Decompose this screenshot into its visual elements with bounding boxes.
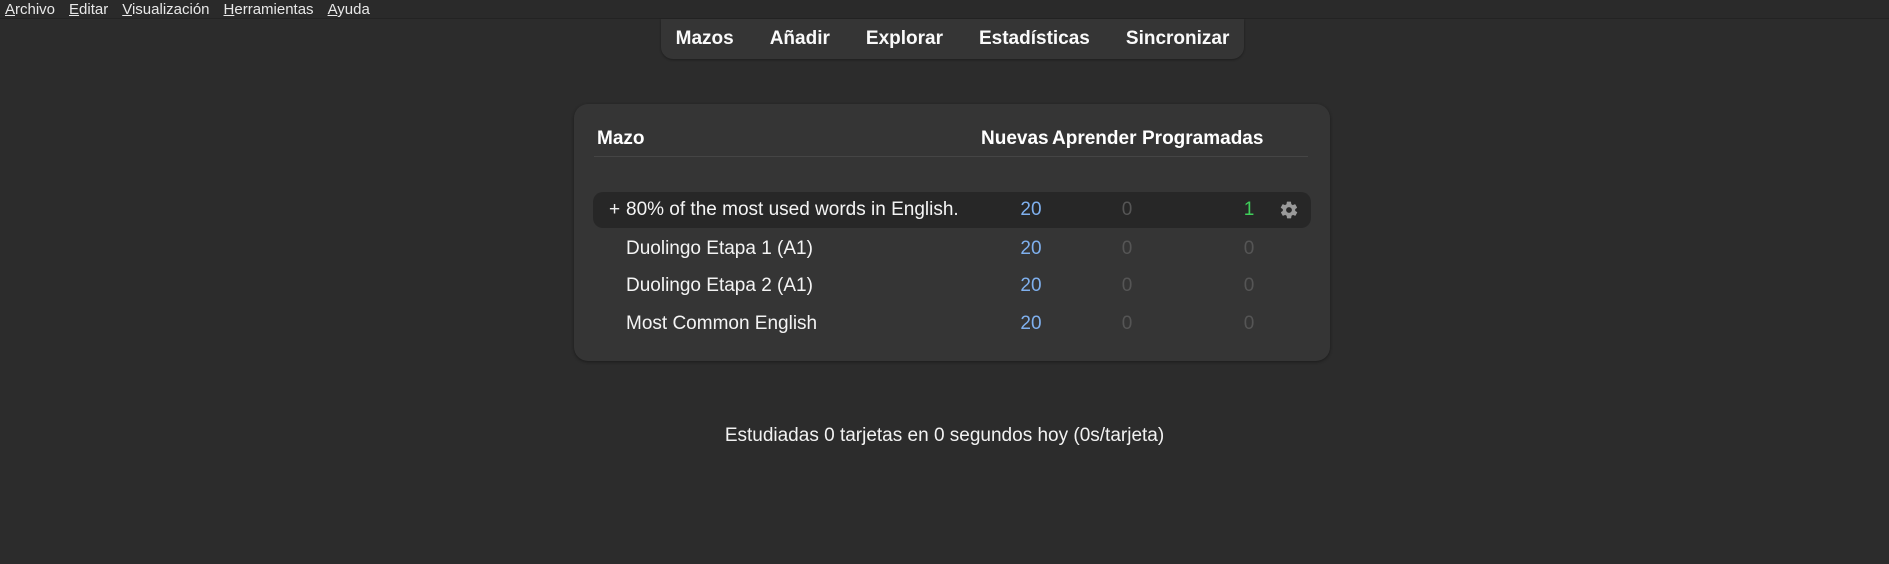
deck-row-current[interactable]: + 80% of the most used words in English.…	[593, 192, 1311, 228]
learn-count: 0	[1121, 275, 1133, 296]
expand-toggle[interactable]: +	[609, 199, 620, 221]
learn-count: 0	[1121, 238, 1133, 259]
deck-row[interactable]: Duolingo Etapa 1 (A1) 20 0 0	[593, 231, 1311, 267]
menu-visualizacion-label: isualización	[131, 0, 210, 18]
menu-visualizacion-mnemonic: V	[122, 0, 132, 18]
deck-name[interactable]: Most Common English	[626, 313, 817, 335]
header-divider	[594, 156, 1308, 157]
menu-bar: Archivo Editar Visualización Herramienta…	[0, 0, 1889, 19]
new-count: 20	[1020, 238, 1042, 259]
deck-row[interactable]: Most Common English 20 0 0	[593, 306, 1311, 342]
due-count: 0	[1243, 275, 1255, 296]
new-count: 20	[1020, 313, 1042, 334]
header-new: Nuevas	[981, 128, 1049, 149]
deck-row[interactable]: Duolingo Etapa 2 (A1) 20 0 0	[593, 268, 1311, 304]
menu-editar-mnemonic: E	[69, 0, 80, 18]
menu-ayuda[interactable]: Ayuda	[323, 1, 379, 18]
header-due: Programadas	[1142, 128, 1264, 149]
due-count: 1	[1243, 199, 1255, 220]
deck-name[interactable]: Duolingo Etapa 1 (A1)	[626, 238, 813, 260]
new-count: 20	[1020, 199, 1042, 220]
sync-button[interactable]: Sincronizar	[1108, 28, 1247, 50]
top-toolbar: Mazos Añadir Explorar Estadísticas Sincr…	[661, 19, 1244, 59]
new-count: 20	[1020, 275, 1042, 296]
menu-visualizacion[interactable]: Visualización	[117, 1, 218, 18]
menu-ayuda-mnemonic: A	[327, 0, 338, 18]
menu-herramientas-mnemonic: H	[223, 0, 235, 18]
add-button[interactable]: Añadir	[752, 28, 848, 50]
menu-archivo-mnemonic: A	[5, 0, 16, 18]
menu-archivo-label: rchivo	[15, 0, 56, 18]
due-count: 0	[1243, 238, 1255, 259]
menu-herramientas[interactable]: Herramientas	[219, 1, 323, 18]
browse-button[interactable]: Explorar	[848, 28, 961, 50]
deck-list-panel: Mazo Nuevas Aprender Programadas + 80% o…	[574, 104, 1330, 361]
menu-herramientas-label: erramientas	[234, 0, 314, 18]
menu-editar[interactable]: Editar	[64, 1, 117, 18]
learn-count: 0	[1121, 313, 1133, 334]
menu-ayuda-label: yuda	[337, 0, 370, 18]
gear-icon[interactable]	[1279, 200, 1299, 220]
learn-count: 0	[1121, 199, 1133, 220]
due-count: 0	[1243, 313, 1255, 334]
header-learn: Aprender	[1052, 128, 1137, 149]
deck-name[interactable]: Duolingo Etapa 2 (A1)	[626, 275, 813, 297]
deck-name[interactable]: 80% of the most used words in English.	[626, 199, 959, 221]
menu-editar-label: ditar	[79, 0, 109, 18]
decks-button[interactable]: Mazos	[658, 28, 752, 50]
menu-archivo[interactable]: Archivo	[0, 1, 64, 18]
stats-button[interactable]: Estadísticas	[961, 28, 1108, 50]
header-deck: Mazo	[597, 128, 645, 149]
study-stats-text: Estudiadas 0 tarjetas en 0 segundos hoy …	[724, 425, 1165, 446]
